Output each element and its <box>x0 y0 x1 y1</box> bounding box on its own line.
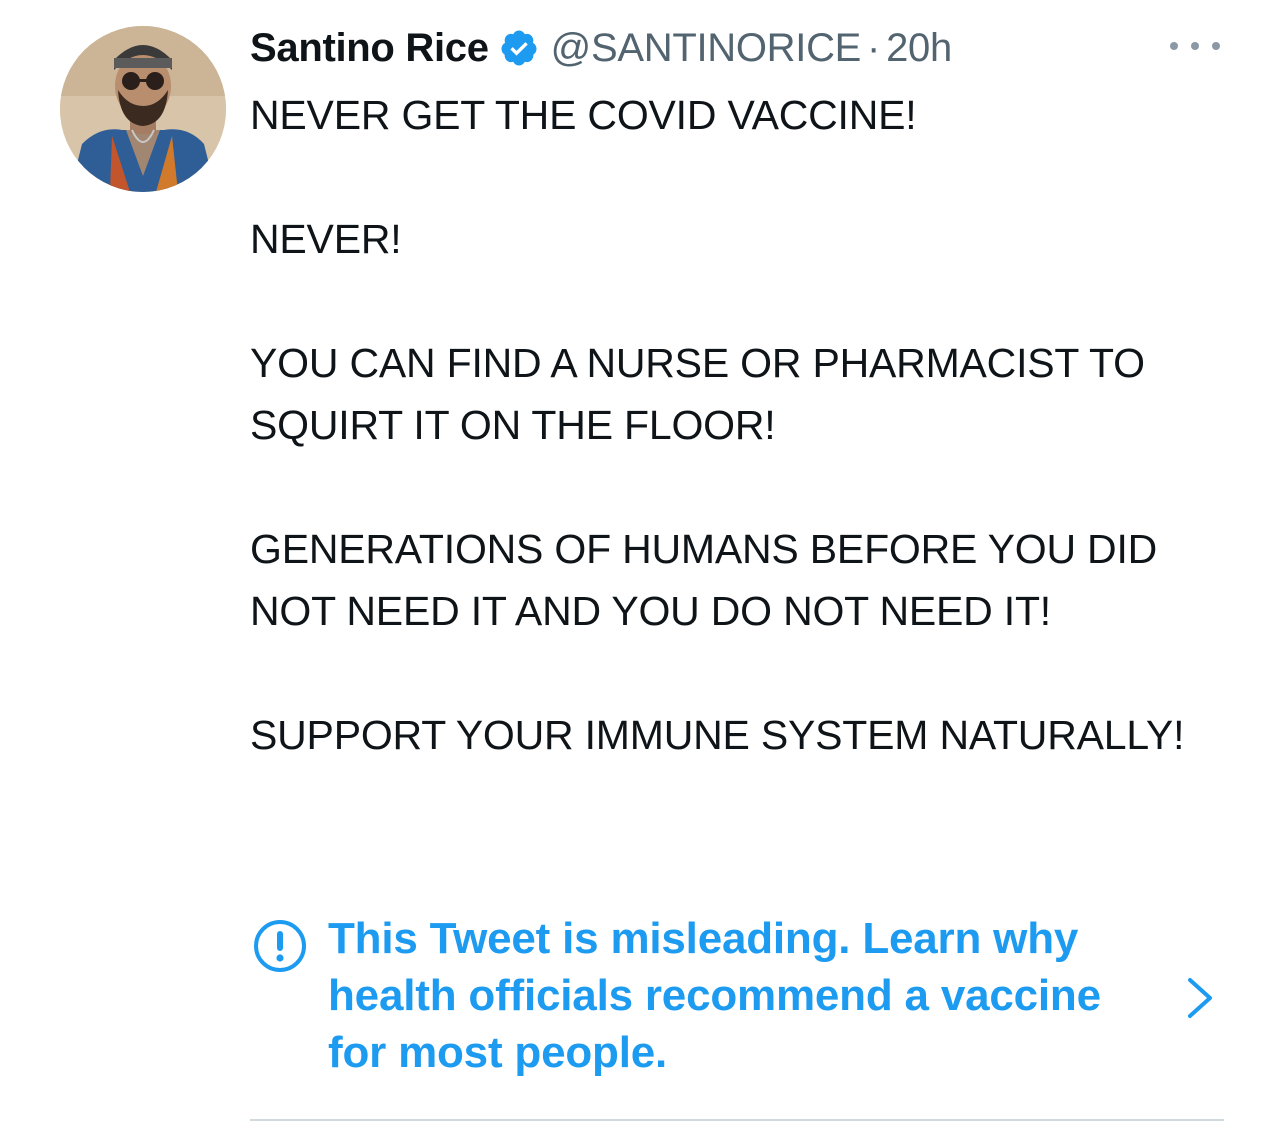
tweet-paragraph: NEVER! <box>250 216 402 262</box>
exclamation-circle-icon <box>252 918 308 974</box>
chevron-right-icon <box>1182 974 1218 1022</box>
tweet-paragraph: GENERATIONS OF HUMANS BEFORE YOU DID NOT… <box>250 526 1158 634</box>
author-handle[interactable]: @SANTINORICE <box>551 26 862 71</box>
more-dot <box>1170 42 1178 50</box>
tweet-header: Santino Rice @SANTINORICE · 20h <box>250 20 952 76</box>
author-display-name[interactable]: Santino Rice <box>250 26 489 71</box>
tweet-paragraph: SUPPORT YOUR IMMUNE SYSTEM NATURALLY! <box>250 712 1185 758</box>
verified-badge-icon <box>499 28 539 68</box>
tweet[interactable]: Santino Rice @SANTINORICE · 20h NEVER GE… <box>0 0 1284 1128</box>
author-avatar[interactable] <box>60 26 226 192</box>
more-dot <box>1212 42 1220 50</box>
tweet-text: NEVER GET THE COVID VACCINE! NEVER! YOU … <box>250 84 1210 766</box>
tweet-timestamp[interactable]: 20h <box>886 26 952 71</box>
misleading-notice-text[interactable]: This Tweet is misleading. Learn why heal… <box>328 910 1168 1081</box>
divider <box>250 1119 1224 1121</box>
more-options-icon[interactable] <box>1170 34 1220 58</box>
more-dot <box>1191 42 1199 50</box>
misleading-notice-link[interactable]: This Tweet is misleading. Learn why heal… <box>250 908 1230 1088</box>
tweet-paragraph: YOU CAN FIND A NURSE OR PHARMACIST TO SQ… <box>250 340 1145 448</box>
tweet-paragraph: NEVER GET THE COVID VACCINE! <box>250 92 917 138</box>
separator-dot: · <box>867 25 881 70</box>
